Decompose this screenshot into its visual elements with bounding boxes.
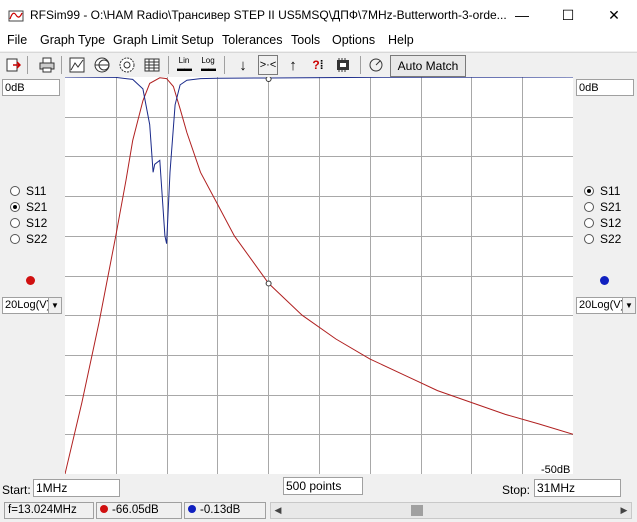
trace-color-indicator <box>26 276 35 285</box>
close-button[interactable]: ✕ <box>591 0 637 31</box>
radio-indicator <box>10 234 20 244</box>
maximize-button[interactable]: ☐ <box>545 0 591 31</box>
arrow-down-icon[interactable]: ↓ <box>233 55 253 75</box>
chevron-down-icon: ▼ <box>48 298 61 313</box>
red-dot-icon <box>100 505 108 513</box>
tune-icon[interactable] <box>366 55 386 75</box>
auto-match-button[interactable]: Auto Match <box>390 55 466 77</box>
menu-options[interactable]: Options <box>332 33 375 47</box>
marker-point <box>265 280 272 287</box>
toolbar-separator <box>168 56 169 74</box>
stop-frequency-input[interactable]: 31MHz <box>534 479 621 497</box>
chevron-down-icon: ▼ <box>622 298 635 313</box>
radio-indicator <box>10 202 20 212</box>
status-s11: -0.13dB <box>184 502 266 519</box>
menu-graph-type[interactable]: Graph Type <box>40 33 105 47</box>
status-s21: -66.05dB <box>96 502 182 519</box>
graph-grid <box>65 77 573 474</box>
right-radio-s12[interactable]: S12 <box>584 215 621 231</box>
print-icon[interactable] <box>37 55 57 75</box>
left-scale-select[interactable]: 20Log(V) ▼ <box>2 297 62 314</box>
toolbar-separator <box>360 56 361 74</box>
left-radio-s22[interactable]: S22 <box>10 231 47 247</box>
toolbar: Lin ▬▬ Log ▬▬ ↓ >·< ↑ ? ⁞ Auto Match <box>0 52 637 77</box>
lin-scale-button[interactable]: Lin ▬▬ <box>174 55 194 75</box>
minimize-button[interactable]: — <box>499 0 545 31</box>
help-pointer-icon[interactable]: ? ⁞ <box>308 55 328 75</box>
menu-tolerances[interactable]: Tolerances <box>222 33 282 47</box>
toolbar-separator <box>61 56 62 74</box>
status-frequency: f=13.024MHz <box>4 502 94 519</box>
arrow-up-icon[interactable]: ↑ <box>283 55 303 75</box>
right-radio-s11[interactable]: S11 <box>584 183 620 199</box>
menu-bar: File Graph Type Graph Limit Setup Tolera… <box>0 31 637 51</box>
toolbar-separator <box>27 56 28 74</box>
left-panel: 0dB S11 S21 S12 S22 20Log(V) ▼ <box>0 77 62 474</box>
radio-indicator <box>10 186 20 196</box>
scroll-left-icon[interactable]: ◀ <box>271 503 285 518</box>
menu-tools[interactable]: Tools <box>291 33 320 47</box>
start-label: Start: <box>2 483 31 497</box>
menu-file[interactable]: File <box>7 33 27 47</box>
scrollbar-thumb[interactable] <box>411 505 423 516</box>
exit-icon[interactable] <box>3 55 23 75</box>
blue-dot-icon <box>188 505 196 513</box>
right-scale-select[interactable]: 20Log(V) ▼ <box>576 297 636 314</box>
left-radio-s12[interactable]: S12 <box>10 215 47 231</box>
sweep-settings: Start: 1MHz 500 points Stop: 31MHz <box>0 476 637 500</box>
start-frequency-input[interactable]: 1MHz <box>33 479 120 497</box>
radio-indicator <box>584 202 594 212</box>
graph-bottom-db-label: -50dB <box>541 464 570 474</box>
menu-graph-limit-setup[interactable]: Graph Limit Setup <box>113 33 214 47</box>
left-radio-s21[interactable]: S21 <box>10 199 47 215</box>
app-icon <box>8 10 24 22</box>
right-radio-s21[interactable]: S21 <box>584 199 621 215</box>
radio-indicator <box>584 218 594 228</box>
window-title: RFSim99 - O:\HAM Radio\Трансивер STEP II… <box>30 8 507 22</box>
trace-color-indicator <box>600 276 609 285</box>
menu-help[interactable]: Help <box>388 33 414 47</box>
radio-indicator <box>584 186 594 196</box>
component-icon[interactable] <box>333 55 353 75</box>
points-input[interactable]: 500 points <box>283 477 363 495</box>
left-radio-s11[interactable]: S11 <box>10 183 46 199</box>
toolbar-separator <box>224 56 225 74</box>
title-bar: RFSim99 - O:\HAM Radio\Трансивер STEP II… <box>0 0 637 31</box>
radio-indicator <box>584 234 594 244</box>
smith-chart-icon[interactable] <box>92 55 112 75</box>
radio-indicator <box>10 218 20 228</box>
right-top-db-label: 0dB <box>576 79 634 96</box>
table-icon[interactable] <box>142 55 162 75</box>
graph-area[interactable]: -50dB <box>65 77 573 474</box>
right-panel: 0dB S11 S21 S12 S22 20Log(V) ▼ <box>574 77 636 474</box>
log-scale-button[interactable]: Log ▬▬ <box>198 55 218 75</box>
right-radio-s22[interactable]: S22 <box>584 231 621 247</box>
stop-label: Stop: <box>502 483 531 497</box>
polar-chart-icon[interactable] <box>117 55 137 75</box>
left-top-db-label: 0dB <box>2 79 60 96</box>
marker-point <box>265 77 272 82</box>
scroll-right-icon[interactable]: ▶ <box>617 503 631 518</box>
horizontal-scrollbar[interactable]: ◀ ▶ <box>270 502 632 519</box>
zoom-in-icon[interactable]: >·< <box>258 55 278 75</box>
rect-graph-icon[interactable] <box>67 55 87 75</box>
